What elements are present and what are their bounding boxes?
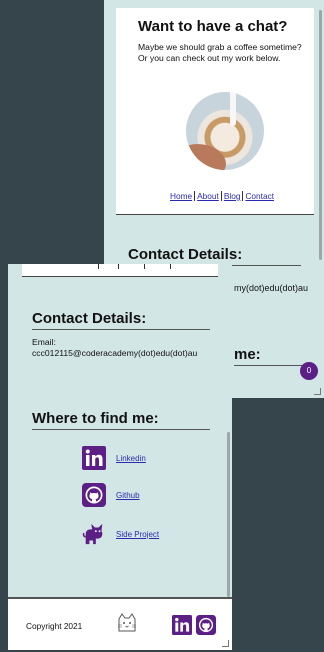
social-linkedin: Linkedin — [82, 446, 146, 470]
chat-text: Maybe we should grab a coffee sometime? … — [138, 42, 302, 63]
contact-details-heading: Contact Details: — [32, 310, 210, 330]
linkedin-link[interactable]: Linkedin — [116, 454, 146, 463]
where-to-find-heading: Where to find me: — [32, 410, 210, 430]
contact-details-heading: Contact Details: — [128, 246, 301, 266]
cat-outline-logo — [116, 611, 138, 638]
email-partial: my(dot)edu(dot)au — [234, 283, 309, 293]
notification-badge[interactable]: 0 — [300, 362, 318, 380]
scrollbar[interactable] — [319, 10, 322, 260]
email-value: ccc012115@coderacademy(dot)edu(dot)au — [32, 348, 198, 358]
footer: Copyright 2021 — [8, 597, 232, 650]
social-github: Github — [82, 483, 140, 507]
chat-title: Want to have a chat? — [138, 18, 288, 35]
scrollbar[interactable] — [227, 432, 230, 597]
cat-icon[interactable] — [82, 522, 106, 546]
github-link[interactable]: Github — [116, 491, 140, 500]
nav-bar: Home About Blog Contact — [168, 191, 276, 201]
social-side-project: Side Project — [82, 522, 159, 546]
footer-github-icon[interactable] — [196, 615, 216, 635]
coffee-image — [186, 92, 264, 170]
linkedin-icon[interactable] — [82, 446, 106, 470]
copyright-text: Copyright 2021 — [26, 621, 83, 631]
front-browser-window: Contact Details: Email: ccc012115@codera… — [8, 264, 232, 650]
side-project-link[interactable]: Side Project — [116, 530, 159, 539]
github-icon[interactable] — [82, 483, 106, 507]
chat-card: Want to have a chat? Maybe we should gra… — [116, 8, 314, 215]
resize-handle[interactable] — [222, 640, 229, 647]
footer-linkedin-icon[interactable] — [172, 615, 192, 635]
resize-handle[interactable] — [314, 388, 321, 395]
nav-about-link[interactable]: About — [195, 191, 222, 201]
where-to-find-heading-partial: me: — [234, 346, 314, 366]
nav-blog-link[interactable]: Blog — [221, 191, 244, 201]
email-label: Email: — [32, 337, 56, 347]
nav-home-link[interactable]: Home — [168, 191, 196, 201]
chat-card-bottom — [22, 264, 218, 277]
nav-contact-link[interactable]: Contact — [243, 191, 276, 201]
